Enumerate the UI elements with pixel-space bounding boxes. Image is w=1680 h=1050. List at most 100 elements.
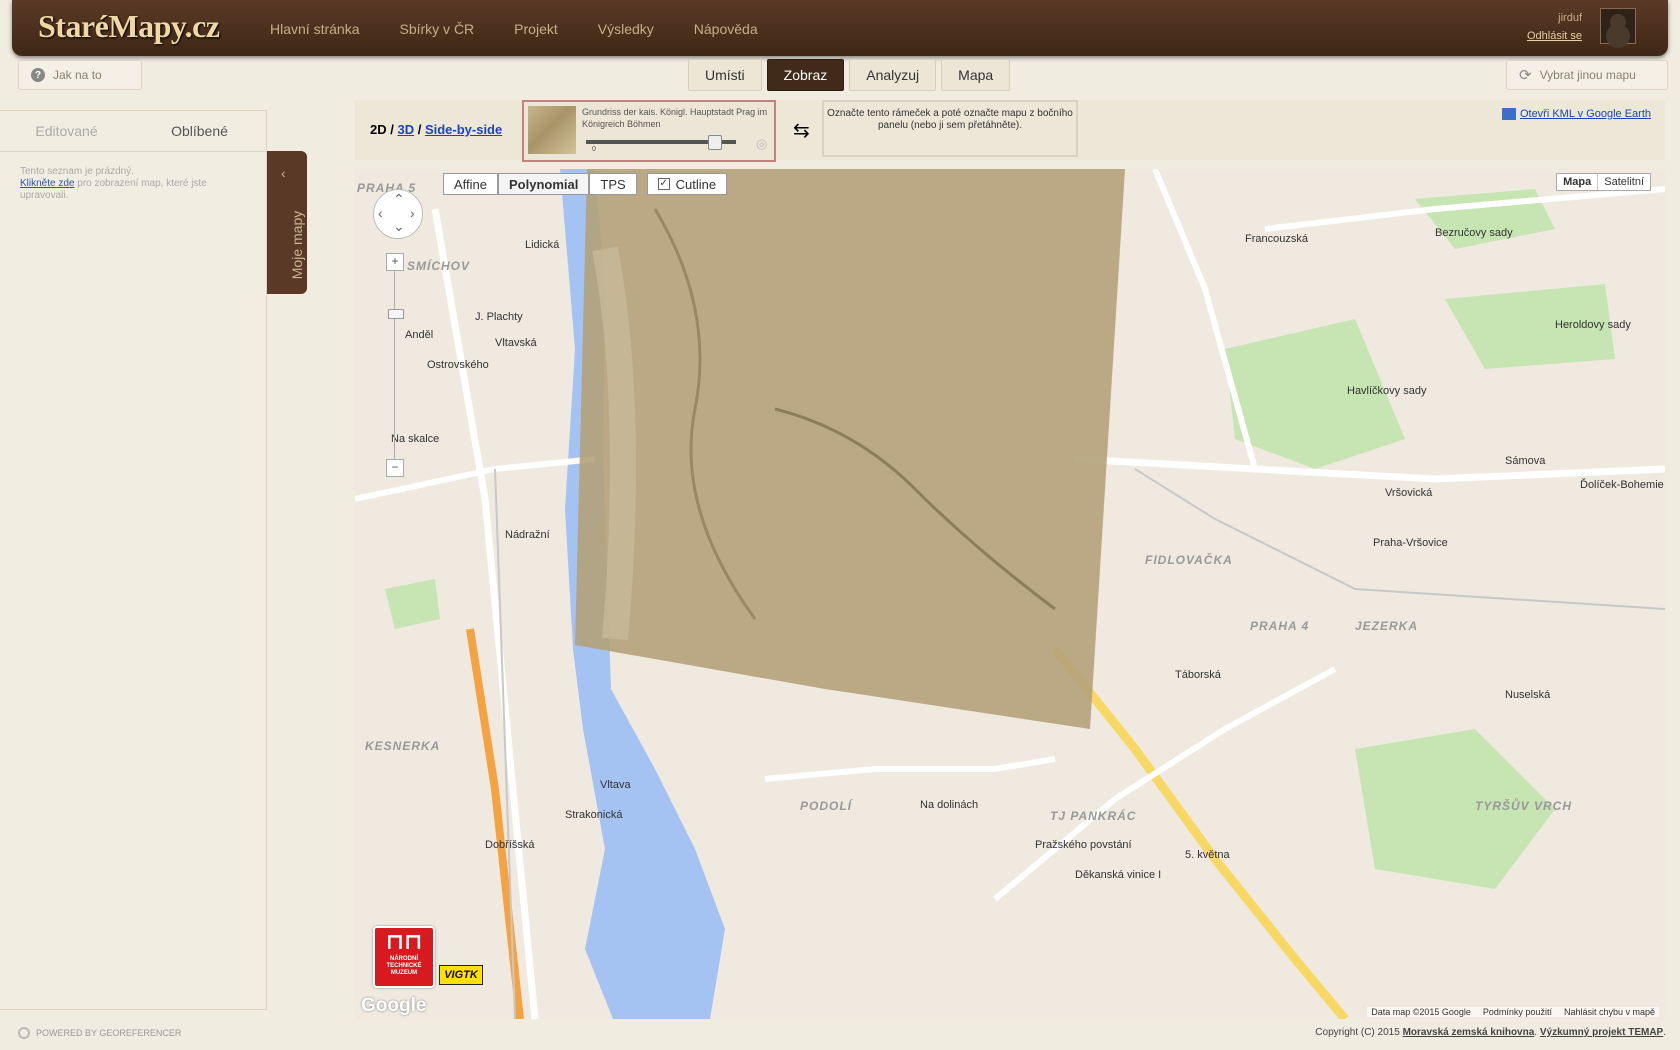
maptype-map[interactable]: Mapa <box>1557 174 1599 190</box>
mzk-link[interactable]: Moravská zemská knihovna <box>1403 1027 1535 1038</box>
map-label: PRAHA 4 <box>1250 619 1310 633</box>
nav-results[interactable]: Výsledky <box>598 0 654 56</box>
park-smichov <box>385 579 440 629</box>
map-label: Ďolíček-Bohemie <box>1580 479 1664 491</box>
pan-control[interactable]: ⌃ ⌄ ‹ › <box>373 189 423 239</box>
avatar[interactable] <box>1600 8 1636 44</box>
map-label: Anděl <box>405 329 434 341</box>
mode-3d[interactable]: 3D <box>397 122 414 137</box>
map-label: Strakonická <box>565 809 623 821</box>
map-label: Havlíčkovy sady <box>1347 385 1427 397</box>
transformation-method-bar: Affine Polynomial TPS ✓ Cutline <box>443 173 728 195</box>
nav-help[interactable]: Nápověda <box>694 0 758 56</box>
zoom-rail[interactable] <box>394 261 395 459</box>
road-5-kvetna <box>1051 646 1349 1019</box>
report-error-link[interactable]: Nahlásit chybu v mapě <box>1564 1007 1655 1017</box>
copyright: Copyright (C) 2015 Moravská zemská kniho… <box>1315 1027 1666 1038</box>
method-polynomial[interactable]: Polynomial <box>498 173 590 195</box>
click-here-link[interactable]: Klikněte zde <box>20 178 74 189</box>
map-label: Ostrovského <box>427 359 489 371</box>
chevron-left-icon: ‹ <box>281 165 286 181</box>
powered-label: POWERED BY GEOREFERENCER <box>36 1028 182 1038</box>
help-label: Jak na to <box>53 68 102 82</box>
map-label: Táborská <box>1175 669 1221 681</box>
powered-by: POWERED BY GEOREFERENCER <box>18 1027 181 1039</box>
tab-map[interactable]: Mapa <box>941 59 1011 91</box>
map-label: Bezručovy sady <box>1435 227 1513 239</box>
cutline-toggle[interactable]: ✓ Cutline <box>646 173 728 195</box>
google-logo: Google <box>361 995 427 1016</box>
help-button[interactable]: ? Jak na to <box>18 60 142 90</box>
zoom-in-button[interactable]: + <box>386 253 404 271</box>
map-label: Nádražní <box>505 529 550 541</box>
method-affine[interactable]: Affine <box>443 173 499 195</box>
change-map-button[interactable]: ⟳ Vybrat jinou mapu <box>1506 60 1668 90</box>
map-label: Vltavská <box>495 337 537 349</box>
logo[interactable]: StaréMapy.cz <box>38 8 220 45</box>
map-label: KESNERKA <box>365 739 441 753</box>
kml-link[interactable]: Otevři KML v Google Earth <box>1501 108 1651 120</box>
map-attribution: Data map ©2015 Google Podmínky použití N… <box>1367 1007 1659 1017</box>
road-na-dolinach <box>764 756 1056 782</box>
terms-link[interactable]: Podmínky použití <box>1483 1007 1552 1017</box>
map-label: Heroldovy sady <box>1555 319 1631 331</box>
mode-2d[interactable]: 2D <box>370 122 387 137</box>
slider-handle[interactable] <box>708 135 722 150</box>
zoom-slider-handle[interactable] <box>388 309 404 319</box>
sidebar-tabs: Editované Oblíbené <box>0 111 266 152</box>
compare-map-box[interactable]: Označte tento rámeček a poté označte map… <box>822 100 1078 157</box>
tab-view[interactable]: Zobraz <box>766 59 845 91</box>
map-label: Na skalce <box>391 433 440 445</box>
sidebar-toggle[interactable]: ‹ Moje mapy <box>267 151 307 294</box>
arrow-down-icon[interactable]: ⌄ <box>393 218 405 235</box>
nav-collections[interactable]: Sbírky v ČR <box>399 0 474 56</box>
nav-project[interactable]: Projekt <box>514 0 558 56</box>
mode-side-by-side[interactable]: Side-by-side <box>425 122 502 137</box>
swap-arrows-icon[interactable]: ⇆ <box>793 118 810 143</box>
map-thumbnail <box>528 106 576 154</box>
arrow-up-icon[interactable]: ⌃ <box>393 191 405 208</box>
maptype-satellite[interactable]: Satelitní <box>1598 174 1650 190</box>
zoom-out-button[interactable]: − <box>386 459 404 477</box>
ntm-logo: ⊓⊓ NÁRODNÍ TECHNICKÉ MUZEUM <box>373 926 435 988</box>
attribution-data: Data map ©2015 Google <box>1371 1007 1471 1017</box>
tab-edited[interactable]: Editované <box>0 111 133 151</box>
opacity-slider[interactable]: 0 <box>586 135 736 153</box>
map-label: Dobříšská <box>485 839 535 851</box>
checkbox-checked-icon[interactable]: ✓ <box>657 178 670 190</box>
map-graphics <box>355 169 1665 1019</box>
tab-place[interactable]: Umísti <box>688 59 762 91</box>
map-label: J. Plachty <box>475 311 523 323</box>
arrow-right-icon[interactable]: › <box>410 205 415 221</box>
ntm-label: NÁRODNÍ TECHNICKÉ MUZEUM <box>386 956 422 976</box>
google-earth-icon <box>1501 108 1516 120</box>
map-label: TYRŠŮV VRCH <box>1475 799 1573 813</box>
map-label: Lidická <box>525 239 560 251</box>
map-canvas[interactable]: SMÍCHOV PRAHA 5 Anděl Lidická J. Plachty… <box>355 169 1665 1019</box>
active-map-box[interactable]: Grundriss der kais. Königl. Hauptstadt P… <box>522 100 776 162</box>
sidebar-toggle-label: Moje mapy <box>289 210 306 280</box>
app-header: StaréMapy.cz Hlavní stránka Sbírky v ČR … <box>12 0 1668 56</box>
tab-analyze[interactable]: Analyzuj <box>849 59 937 91</box>
method-tps[interactable]: TPS <box>589 173 637 195</box>
map-type-switch: Mapa Satelitní <box>1556 173 1651 191</box>
map-label: Nuselská <box>1505 689 1551 701</box>
tab-favorites[interactable]: Oblíbené <box>133 111 266 151</box>
empty-list-message: Tento seznam je prázdný. Klikněte zde pr… <box>0 152 266 216</box>
historic-map-overlay <box>575 169 1125 729</box>
arrow-left-icon[interactable]: ‹ <box>378 205 383 221</box>
road-vrsovicka <box>1074 455 1665 483</box>
slider-min-label: 0 <box>592 146 596 153</box>
change-map-label: Vybrat jinou mapu <box>1539 68 1636 82</box>
vigtk-logo: VIGTK <box>439 965 483 985</box>
nav-home[interactable]: Hlavní stránka <box>270 0 359 56</box>
eye-slash-icon[interactable]: ◎ <box>756 136 767 152</box>
map-label: Praha-Vršovice <box>1373 537 1448 549</box>
map-title: Grundriss der kais. Königl. Hauptstadt P… <box>582 107 768 129</box>
kml-label: Otevři KML v Google Earth <box>1519 108 1651 120</box>
map-label: Vršovická <box>1385 487 1433 499</box>
empty-text: Tento seznam je prázdný. <box>20 166 134 177</box>
temap-link[interactable]: Výzkumný projekt TEMAP <box>1540 1027 1663 1038</box>
map-label: 5. května <box>1185 849 1230 861</box>
logout-link[interactable]: Odhlásit se <box>1527 30 1582 42</box>
